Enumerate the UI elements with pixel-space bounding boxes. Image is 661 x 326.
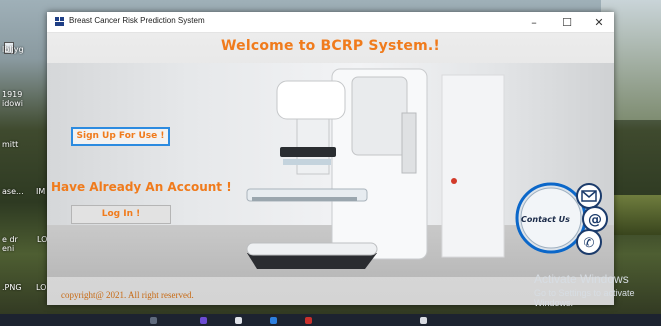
desktop-icon-label[interactable]: e dr bbox=[2, 235, 18, 244]
taskbar-app-icon[interactable] bbox=[420, 317, 427, 324]
log-in-button[interactable]: Log In ! bbox=[71, 205, 171, 224]
desktop-icon-label[interactable]: .PNG bbox=[2, 283, 22, 292]
activate-windows-title: Activate Windows bbox=[534, 272, 629, 286]
sign-up-button[interactable]: Sign Up For Use ! bbox=[71, 127, 170, 146]
svg-text:✆: ✆ bbox=[584, 236, 595, 251]
taskbar-app-icon[interactable] bbox=[235, 317, 242, 324]
window-title: Breast Cancer Risk Prediction System bbox=[69, 16, 205, 25]
desktop-icon-label[interactable]: 1919 bbox=[2, 90, 22, 99]
taskbar-app-icon[interactable] bbox=[200, 317, 207, 324]
close-button[interactable]: ✕ bbox=[582, 12, 616, 32]
desktop-icon-label[interactable]: IM bbox=[36, 187, 45, 196]
desktop-icon-label[interactable]: LO bbox=[36, 283, 46, 292]
main-form: Welcome to BCRP System.! @ ✆ Contact Us … bbox=[47, 33, 614, 305]
app-window: Breast Cancer Risk Prediction System – ☐… bbox=[47, 12, 614, 305]
welcome-heading: Welcome to BCRP System.! bbox=[221, 38, 440, 54]
activate-windows-subtitle: Go to Settings to activate Windows. bbox=[534, 288, 635, 308]
minimize-button[interactable]: – bbox=[517, 12, 551, 32]
title-bar[interactable]: Breast Cancer Risk Prediction System – ☐… bbox=[47, 12, 614, 33]
account-prompt-text: Have Already An Account ! bbox=[51, 180, 232, 194]
desktop-icon-label[interactable]: ase... bbox=[2, 187, 24, 196]
copyright-text: copyright@ 2021. All right reserved. bbox=[61, 290, 194, 300]
svg-text:@: @ bbox=[588, 212, 602, 228]
maximize-button[interactable]: ☐ bbox=[550, 12, 584, 32]
contact-us-label[interactable]: Contact Us bbox=[521, 215, 570, 224]
taskbar-app-icon[interactable] bbox=[305, 317, 312, 324]
taskbar bbox=[0, 314, 661, 326]
desktop-icon-label[interactable]: idowi bbox=[2, 99, 23, 108]
app-window-icon bbox=[55, 17, 65, 26]
desktop-icon-label[interactable]: LO bbox=[37, 235, 47, 244]
taskbar-app-icon[interactable] bbox=[150, 317, 157, 324]
desktop-icon-label[interactable]: lbljyg bbox=[2, 45, 24, 54]
activate-windows-watermark: Activate Windows Go to Settings to activ… bbox=[534, 272, 661, 308]
mammography-machine-image: @ ✆ Contact Us bbox=[47, 63, 614, 277]
desktop-icon-label[interactable]: mitt bbox=[2, 140, 18, 149]
desktop-icon-label[interactable]: eni bbox=[2, 244, 14, 253]
taskbar-app-icon[interactable] bbox=[270, 317, 277, 324]
